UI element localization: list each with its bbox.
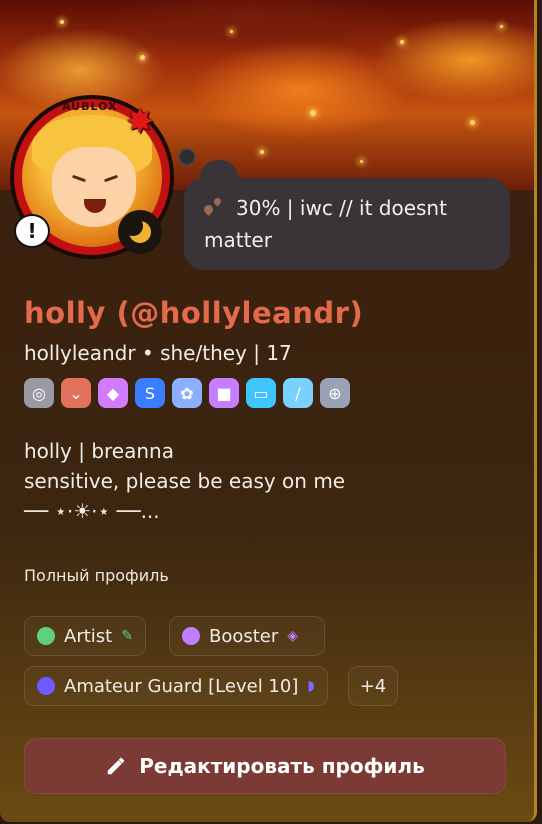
- profile-card: AUBLOX ✸ ! 30% | iwc // it doesnt matter…: [0, 0, 537, 822]
- badge-row: ◎ ⌄ ◆ S ✿ ■ ▭ / ⊕: [24, 378, 350, 408]
- avatar-ring-text: AUBLOX: [62, 100, 118, 113]
- bio: holly | breanna sensitive, please be eas…: [24, 436, 345, 526]
- username-pronouns: hollyleandr • she/they | 17: [24, 341, 292, 365]
- more-roles-button[interactable]: +4: [348, 666, 398, 706]
- display-name: holly (@hollyleandr): [24, 296, 364, 330]
- controller-badge-icon[interactable]: ⊕: [320, 378, 350, 408]
- gift-badge-icon[interactable]: ■: [209, 378, 239, 408]
- role-label: Booster: [209, 625, 279, 647]
- laurel-badge-icon[interactable]: ✿: [172, 378, 202, 408]
- monitor-badge-icon[interactable]: ▭: [246, 378, 276, 408]
- moon-role-icon: ◗: [307, 678, 315, 694]
- idle-status-icon: [118, 210, 162, 254]
- full-profile-link[interactable]: Полный профиль: [24, 566, 169, 585]
- bio-line: ── ⋆⋅☀⋅⋆ ──...: [24, 499, 160, 523]
- anger-icon: ✸: [125, 102, 155, 142]
- custom-status-text: 30% | iwc // it doesnt matter: [204, 196, 447, 252]
- pencil-icon: [108, 757, 125, 775]
- crystal-badge-icon[interactable]: ◆: [98, 378, 128, 408]
- custom-status-bubble[interactable]: 30% | iwc // it doesnt matter: [184, 178, 510, 270]
- thought-dot-small: [178, 148, 196, 166]
- nitro-badge-icon[interactable]: ◎: [24, 378, 54, 408]
- role-chip-artist[interactable]: Artist ✎: [24, 616, 146, 656]
- brown-hearts-icon: [202, 196, 226, 218]
- more-roles-count: +4: [359, 675, 387, 697]
- role-color-dot: [182, 627, 200, 645]
- palette-icon: ✎: [121, 628, 133, 644]
- exclamation-icon: !: [14, 214, 50, 248]
- edit-profile-button[interactable]: Редактировать профиль: [24, 738, 506, 794]
- role-label: Artist: [64, 625, 113, 647]
- sword-badge-icon[interactable]: /: [283, 378, 313, 408]
- bio-line: holly | breanna: [24, 439, 174, 463]
- role-color-dot: [37, 627, 55, 645]
- boost-badge-icon[interactable]: S: [135, 378, 165, 408]
- hypesquad-badge-icon[interactable]: ⌄: [61, 378, 91, 408]
- role-color-dot: [37, 677, 55, 695]
- role-chip-amateur-guard[interactable]: Amateur Guard [Level 10] ◗: [24, 666, 328, 706]
- role-label: Amateur Guard [Level 10]: [64, 675, 299, 697]
- bio-line: sensitive, please be easy on me: [24, 469, 346, 493]
- edit-profile-label: Редактировать профиль: [139, 754, 425, 778]
- boost-icon: ◈: [287, 628, 299, 644]
- role-chip-booster[interactable]: Booster ◈: [169, 616, 325, 656]
